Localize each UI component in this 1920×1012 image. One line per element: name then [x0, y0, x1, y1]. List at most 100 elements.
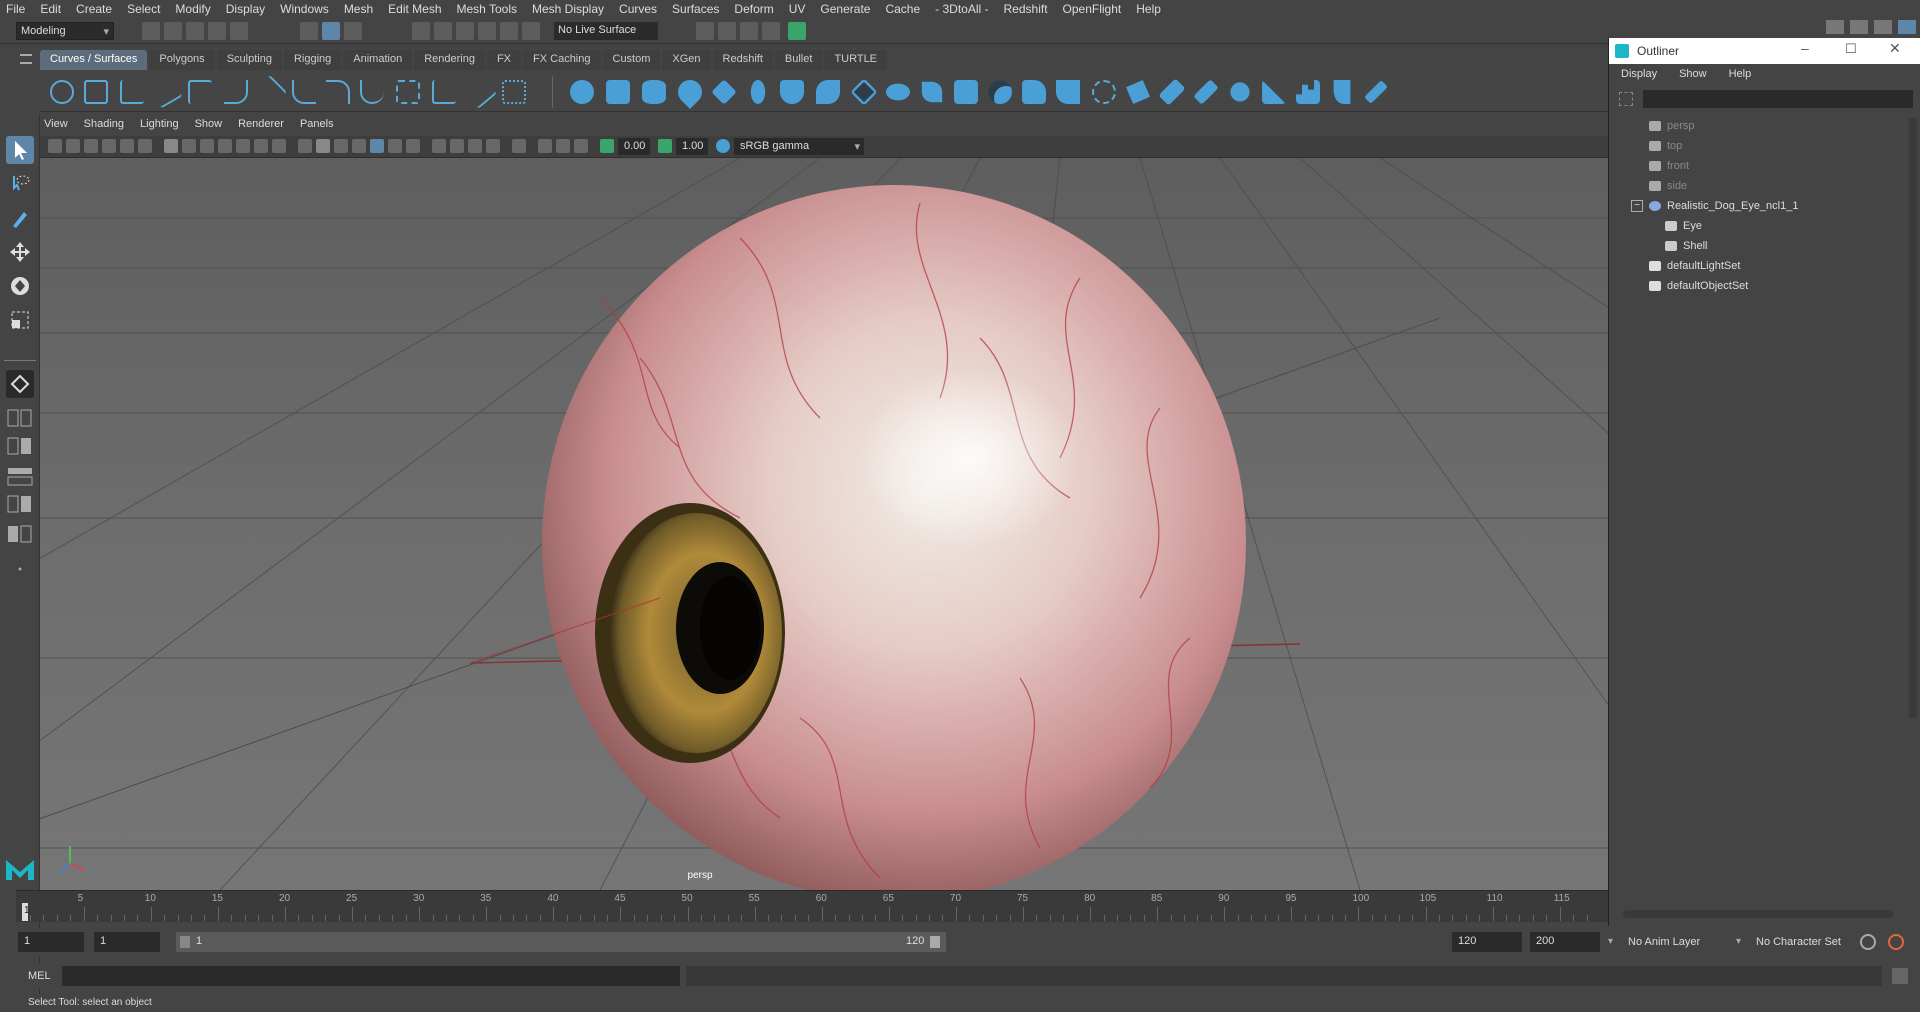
start-time-field[interactable]: 1	[18, 932, 84, 952]
wireframe-on-shaded-icon[interactable]	[352, 139, 366, 153]
insert-knot-icon[interactable]	[463, 75, 497, 109]
shelf-tab-rigging[interactable]: Rigging	[283, 50, 342, 70]
redshift-render-icon[interactable]	[788, 22, 806, 40]
offset-curve-icon[interactable]	[360, 80, 384, 104]
menu-generate[interactable]: Generate	[820, 2, 870, 16]
shelf-tab-xgen[interactable]: XGen	[662, 50, 711, 70]
save-scene-icon[interactable]	[186, 22, 204, 40]
outliner-menu-display[interactable]: Display	[1621, 68, 1657, 80]
safe-action-icon[interactable]	[254, 139, 268, 153]
untrim-icon[interactable]	[1158, 78, 1186, 106]
pencil-curve-icon[interactable]	[149, 75, 183, 109]
boundary-icon[interactable]	[988, 80, 1012, 104]
gamma-icon[interactable]	[658, 139, 672, 153]
surface-edit-icon[interactable]	[1364, 80, 1388, 104]
layout-outliner-icon[interactable]	[6, 522, 34, 546]
planar-icon[interactable]	[850, 78, 878, 106]
menu-cache[interactable]: Cache	[885, 2, 920, 16]
fillet-curve-icon[interactable]	[432, 80, 456, 104]
shelf-tab-sculpting[interactable]: Sculpting	[216, 50, 282, 70]
menu-redshift[interactable]: Redshift	[1004, 2, 1048, 16]
time-slider[interactable]: 1 5 10 15 20 25 30 35 40 45 50 55 60 65 70 75 80 85 90 95 1…	[16, 890, 1608, 922]
xray-components-icon[interactable]	[574, 139, 588, 153]
outliner-item-realistic-dog-eye-ncl1-1[interactable]: Realistic_Dog_Eye_ncl1_1	[1609, 196, 1909, 216]
render-settings-icon[interactable]	[740, 22, 758, 40]
camera-select-icon[interactable]	[48, 139, 62, 153]
outliner-menu-show[interactable]: Show	[1679, 68, 1707, 80]
last-tool-icon[interactable]	[6, 370, 34, 398]
preferences-icon[interactable]	[1888, 934, 1904, 950]
smooth-shade-icon[interactable]	[316, 139, 330, 153]
menu-surfaces[interactable]: Surfaces	[672, 2, 719, 16]
auto-key-icon[interactable]	[1860, 934, 1876, 950]
motion-blur-icon[interactable]	[450, 139, 464, 153]
shelf-tab-rendering[interactable]: Rendering	[414, 50, 485, 70]
project-curve-icon[interactable]	[1056, 80, 1080, 104]
bezier-curve-icon[interactable]	[224, 80, 248, 104]
grid-toggle-icon[interactable]	[164, 139, 178, 153]
nurbs-cube-icon[interactable]	[606, 80, 630, 104]
exposure-icon[interactable]	[600, 139, 614, 153]
colorspace-dropdown[interactable]: sRGB gamma ▾	[734, 138, 864, 155]
shelf-menu-icon[interactable]	[20, 54, 32, 64]
shelf-tab-curves-surfaces[interactable]: Curves / Surfaces	[40, 50, 148, 70]
make-live-icon[interactable]	[522, 22, 540, 40]
xray-icon[interactable]	[538, 139, 552, 153]
toggle-channel-box-icon[interactable]	[1898, 20, 1916, 34]
nurbs-circle-icon[interactable]	[50, 80, 74, 104]
layout-side-icon[interactable]	[6, 464, 34, 488]
panel-menu-panels[interactable]: Panels	[300, 118, 334, 136]
anti-aliasing-icon[interactable]	[468, 139, 482, 153]
workspace-dropdown[interactable]: Modeling ▾	[16, 22, 114, 40]
field-chart-icon[interactable]	[236, 139, 250, 153]
ep-curve-icon[interactable]	[120, 80, 144, 104]
outliner-hscrollbar[interactable]	[1623, 910, 1893, 918]
select-hierarchy-icon[interactable]	[300, 22, 318, 40]
gamma-field[interactable]: 1.00	[676, 138, 708, 155]
gate-mask-icon[interactable]	[218, 139, 232, 153]
textured-icon[interactable]	[370, 139, 384, 153]
eyeball-model[interactable]	[542, 185, 1246, 890]
menu-mesh-display[interactable]: Mesh Display	[532, 2, 604, 16]
playback-end-field[interactable]: 120	[1452, 932, 1522, 952]
shadows-icon[interactable]	[406, 139, 420, 153]
menu-windows[interactable]: Windows	[280, 2, 329, 16]
shelf-tab-turtle[interactable]: TURTLE	[824, 50, 888, 70]
open-close-surface-icon[interactable]	[1262, 80, 1286, 104]
toggle-tool-settings-icon[interactable]	[1874, 20, 1892, 34]
intersect-surfaces-icon[interactable]	[1092, 80, 1116, 104]
square-surface-icon[interactable]	[1022, 80, 1046, 104]
use-lights-icon[interactable]	[388, 139, 402, 153]
default-material-icon[interactable]	[334, 139, 348, 153]
snap-curve-icon[interactable]	[434, 22, 452, 40]
menu-deform[interactable]: Deform	[734, 2, 773, 16]
nurbs-sphere-icon[interactable]	[570, 80, 594, 104]
snap-surface-icon[interactable]	[500, 22, 518, 40]
menu-mesh[interactable]: Mesh	[344, 2, 373, 16]
lasso-tool-icon[interactable]	[6, 170, 34, 198]
film-gate-icon[interactable]	[182, 139, 196, 153]
move-tool-icon[interactable]	[6, 238, 34, 266]
nurbs-cone-icon[interactable]	[673, 75, 707, 109]
depth-of-field-icon[interactable]	[486, 139, 500, 153]
anim-layer-caret-icon[interactable]: ▾	[1608, 936, 1613, 947]
detach-surfaces-icon[interactable]	[1230, 82, 1250, 102]
outliner-menu-help[interactable]: Help	[1729, 68, 1752, 80]
safe-title-icon[interactable]	[272, 139, 286, 153]
wireframe-icon[interactable]	[298, 139, 312, 153]
new-scene-icon[interactable]	[142, 22, 160, 40]
cut-curve-icon[interactable]	[253, 75, 287, 109]
menu-file[interactable]: File	[6, 2, 25, 16]
outliner-item-shell[interactable]: Shell	[1609, 236, 1909, 256]
select-tool-icon[interactable]	[6, 136, 34, 164]
sculpt-geometry-icon[interactable]	[1333, 80, 1351, 104]
shelf-tab-animation[interactable]: Animation	[343, 50, 413, 70]
menu-display[interactable]: Display	[226, 2, 265, 16]
menu-uv[interactable]: UV	[789, 2, 806, 16]
layout-four-icon[interactable]	[6, 434, 34, 458]
panel-menu-renderer[interactable]: Renderer	[238, 118, 284, 136]
shelf-tab-fx-caching[interactable]: FX Caching	[523, 50, 601, 70]
undo-icon[interactable]	[208, 22, 226, 40]
open-scene-icon[interactable]	[164, 22, 182, 40]
menu-edit[interactable]: Edit	[40, 2, 61, 16]
